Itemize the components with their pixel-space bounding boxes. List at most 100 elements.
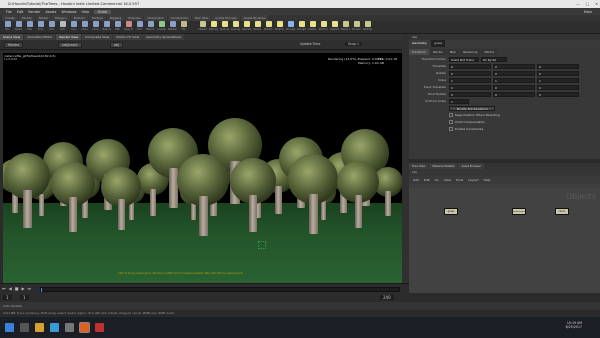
param-field-z[interactable]: 0 [537, 70, 579, 76]
transform-order-dropdown[interactable]: Scale Rot Trans [449, 56, 479, 62]
shelf-tool[interactable]: Null [58, 21, 67, 33]
shelf-tool[interactable]: Metaball [168, 21, 177, 33]
file-explorer-icon[interactable] [35, 323, 44, 332]
param-field-z[interactable]: 1 [537, 77, 579, 83]
desktop-build-selector[interactable]: Build [94, 9, 111, 14]
param-field-x[interactable]: 0 [449, 63, 491, 69]
recorder-icon[interactable] [95, 323, 104, 332]
shelf-tool[interactable]: Portal Light [319, 21, 328, 33]
app-icon[interactable] [65, 323, 74, 332]
shelf-tool[interactable]: File [179, 21, 188, 33]
shelf-tool[interactable]: Caustic Light [308, 21, 317, 33]
uniform-scale-field[interactable]: 1 [449, 98, 469, 104]
stop-icon[interactable]: ■ [15, 286, 19, 291]
checkbox[interactable] [449, 113, 453, 117]
shelf-tool[interactable]: Point Light [209, 21, 218, 33]
render-target-dropdown[interactable]: obj [110, 42, 123, 48]
param-field-y[interactable]: 1 [493, 77, 535, 83]
modify-transform-button[interactable]: Modify Pre-Transform [449, 105, 495, 111]
menu-windows[interactable]: Windows [61, 10, 76, 14]
shelf-tool[interactable]: Switcher [363, 21, 372, 33]
params-path[interactable]: obj [412, 35, 417, 39]
param-field-x[interactable]: 0 [449, 70, 491, 76]
tab-rendering[interactable]: Rendering [460, 49, 481, 55]
houdini-icon[interactable] [79, 322, 90, 333]
renderer-dropdown[interactable]: Mantra [4, 42, 24, 48]
shelf-tool[interactable]: Circle [80, 21, 89, 33]
param-field-y[interactable]: 0 [493, 84, 535, 90]
network-menu-item[interactable]: Go [435, 176, 439, 184]
network-menu-item[interactable]: Layout [468, 176, 478, 184]
shelf-tool[interactable]: Camera [198, 21, 207, 33]
param-field-y[interactable]: 0 [493, 70, 535, 76]
shelf-tool[interactable]: VR Camera [352, 21, 361, 33]
shelf-tool[interactable]: Box [3, 21, 12, 33]
maximize-button[interactable]: □ [586, 0, 589, 8]
shelf-tool[interactable]: Line [69, 21, 78, 33]
update-mode-label[interactable]: Update Time [300, 42, 320, 46]
task-view-icon[interactable] [20, 323, 29, 332]
play-icon[interactable]: ▶ [21, 286, 24, 291]
param-field-z[interactable]: 0 [537, 84, 579, 90]
network-menu-item[interactable]: Add [413, 176, 419, 184]
node-cam1[interactable]: cam1 [555, 208, 569, 215]
shelf-tool[interactable]: Volume Light [253, 21, 262, 33]
shelf-tool[interactable]: Platonic [146, 21, 155, 33]
param-field-x[interactable]: 0 [449, 84, 491, 90]
menu-render[interactable]: Render [28, 10, 40, 14]
shelf-tool[interactable]: Geometry Light [242, 21, 251, 33]
render-viewport[interactable]: instancefile_gltf(aTree1b(0.82,0.5) 1125… [3, 53, 402, 283]
shelf-tool[interactable]: Grid [47, 21, 56, 33]
node-name-field[interactable]: grass [430, 40, 446, 47]
shelf-tool[interactable]: Draw Curve [102, 21, 111, 33]
checkbox[interactable] [449, 127, 453, 131]
auto-update-label[interactable]: Auto Update [3, 304, 22, 308]
network-canvas[interactable]: Objects grass treeInstance cam1 [409, 188, 600, 293]
node-treeinstance[interactable]: treeInstance [512, 208, 526, 215]
param-field-y[interactable]: 0 [493, 63, 535, 69]
shelf-tool[interactable]: L-System [157, 21, 166, 33]
shelf-tool[interactable]: Stereo Camera [341, 21, 350, 33]
shelf-tool[interactable]: Curve [91, 21, 100, 33]
network-menu-item[interactable]: View [444, 176, 451, 184]
param-field-x[interactable]: 0 [449, 91, 491, 97]
shelf-tool[interactable]: Area Light [231, 21, 240, 33]
rotate-order-dropdown[interactable]: Rx Ry Rz [481, 56, 507, 62]
network-menu-item[interactable]: Help [484, 176, 491, 184]
tab-asset-browser[interactable]: Asset Browser [458, 163, 485, 169]
shelf-tool[interactable]: Sphere [14, 21, 23, 33]
shelf-tool[interactable]: Ambient Light [330, 21, 339, 33]
param-field-z[interactable]: 0 [537, 91, 579, 97]
timeline-playhead[interactable] [41, 288, 42, 292]
network-menu-item[interactable]: Tools [456, 176, 463, 184]
param-field-y[interactable]: 0 [493, 91, 535, 97]
shelf-tool[interactable]: Environment Light [275, 21, 284, 33]
menu-help[interactable]: Help [82, 10, 90, 14]
frame-end-field[interactable]: 240 [380, 295, 394, 300]
edge-browser-icon[interactable] [50, 323, 59, 332]
menu-edit[interactable]: Edit [17, 10, 24, 14]
play-reverse-icon[interactable]: ◀ [9, 286, 12, 291]
checkbox[interactable] [449, 120, 453, 124]
tab-transform[interactable]: Transform [409, 49, 429, 55]
current-frame-field[interactable]: 1 [20, 295, 29, 300]
snapshot-field[interactable]: Snap 1 [345, 42, 363, 46]
param-field-z[interactable]: 0 [537, 63, 579, 69]
shelf-tool[interactable]: Spray Paint [124, 21, 133, 33]
timeline-scrubber[interactable] [40, 287, 400, 292]
menu-assets[interactable]: Assets [45, 10, 56, 14]
network-menu-item[interactable]: Edit [424, 176, 430, 184]
param-field-x[interactable]: 1 [449, 77, 491, 83]
frame-start-field[interactable]: 1 [3, 295, 12, 300]
tab-mantra[interactable]: Mantra [481, 49, 498, 55]
tab-misc[interactable]: Misc [446, 49, 460, 55]
network-path[interactable]: obj [412, 170, 417, 174]
tab-material-palette[interactable]: Material Palette [429, 163, 458, 169]
minimize-button[interactable]: — [576, 0, 580, 8]
node-grass[interactable]: grass [444, 208, 458, 215]
start-icon[interactable] [5, 323, 14, 332]
goto-start-icon[interactable]: ⏮ [2, 286, 6, 291]
shelf-tool[interactable]: Distant Light [264, 21, 273, 33]
shelf-tool[interactable]: GI Light [297, 21, 306, 33]
shelf-tool[interactable]: Spot Light [220, 21, 229, 33]
